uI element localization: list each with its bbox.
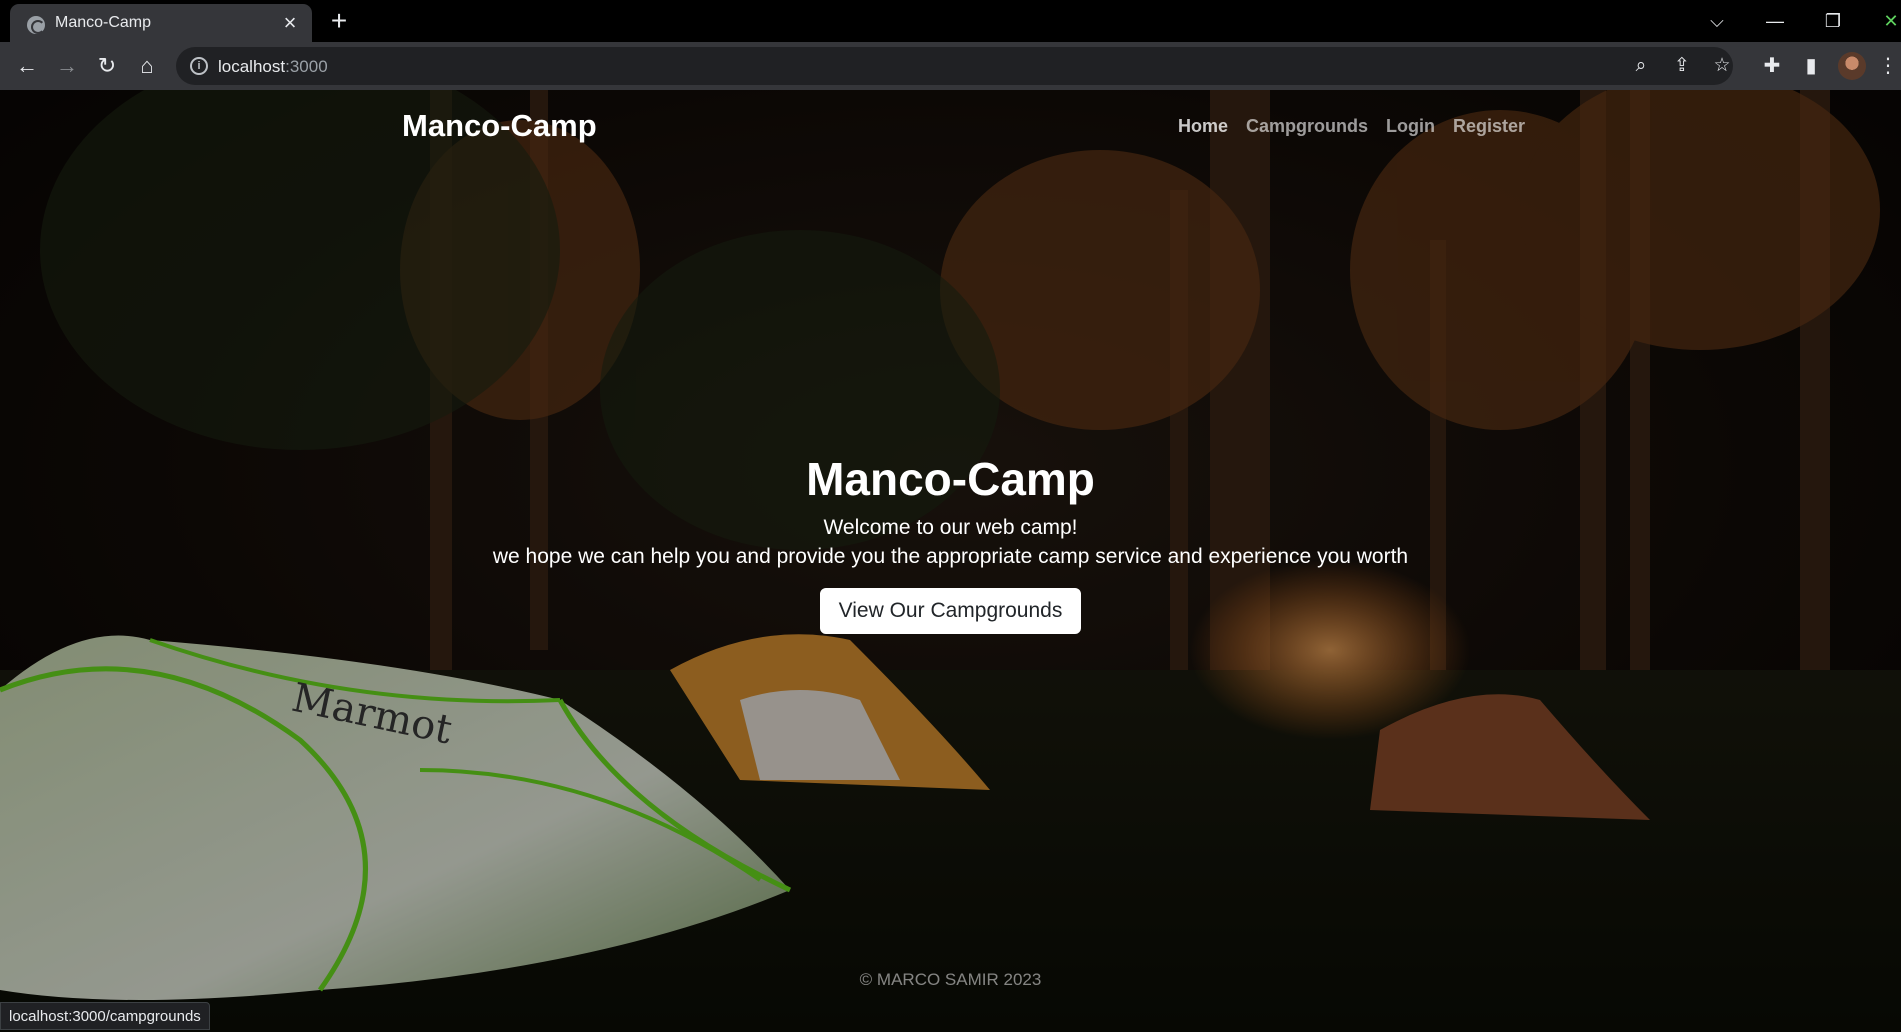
side-panel-icon[interactable]: ▮ bbox=[1797, 52, 1825, 80]
restore-icon[interactable]: ❐ bbox=[1816, 6, 1850, 36]
extensions-icon[interactable]: ✚ bbox=[1758, 52, 1786, 80]
nav-link-register[interactable]: Register bbox=[1453, 116, 1525, 137]
nav-link-login[interactable]: Login bbox=[1386, 116, 1435, 137]
bookmark-star-icon[interactable]: ☆ bbox=[1709, 53, 1735, 79]
url-host: localhost bbox=[218, 57, 286, 76]
zoom-icon[interactable]: ⌕ bbox=[1628, 53, 1654, 79]
close-window-icon[interactable]: ✕ bbox=[1874, 6, 1901, 36]
close-tab-icon[interactable]: × bbox=[278, 11, 302, 35]
hero-title: Manco-Camp bbox=[806, 453, 1095, 505]
browser-tab[interactable]: Manco-Camp × bbox=[10, 4, 312, 42]
more-menu-icon[interactable]: ⋮ bbox=[1878, 52, 1898, 80]
hero-welcome: Welcome to our web camp! bbox=[823, 516, 1078, 539]
new-tab-button[interactable]: + bbox=[324, 6, 354, 36]
tab-search-icon[interactable]: ⌵ bbox=[1700, 6, 1734, 36]
view-campgrounds-button[interactable]: View Our Campgrounds bbox=[819, 588, 1082, 634]
site-info-icon[interactable]: i bbox=[190, 57, 208, 75]
hero-section: Manco-Camp Welcome to our web camp! we h… bbox=[0, 452, 1901, 634]
reload-icon[interactable]: ↻ bbox=[91, 50, 123, 82]
browser-toolbar: ← → ↻ ⌂ i localhost:3000 ⌕ ⇪ ☆ ✚ ▮ ⋮ bbox=[0, 42, 1901, 90]
status-url-bubble: localhost:3000/campgrounds bbox=[0, 1002, 210, 1030]
url-text[interactable]: localhost:3000 bbox=[218, 57, 328, 77]
page-viewport: Marmot Manco-Camp Home Campgrounds Login… bbox=[0, 90, 1901, 1032]
browser-tab-strip: Manco-Camp × + ⌵ — ❐ ✕ bbox=[0, 0, 1901, 42]
back-icon[interactable]: ← bbox=[11, 50, 43, 82]
globe-icon bbox=[27, 16, 45, 34]
hero-subtitle: we hope we can help you and provide you … bbox=[492, 545, 1409, 568]
home-icon[interactable]: ⌂ bbox=[131, 50, 163, 82]
tab-title: Manco-Camp bbox=[55, 14, 152, 31]
navbar-links: Home Campgrounds Login Register bbox=[1178, 116, 1525, 137]
url-port: :3000 bbox=[285, 57, 328, 76]
forward-icon[interactable]: → bbox=[51, 50, 83, 82]
address-bar[interactable]: i localhost:3000 ⌕ ⇪ ☆ bbox=[176, 47, 1733, 85]
minimize-icon[interactable]: — bbox=[1758, 6, 1792, 36]
nav-link-home[interactable]: Home bbox=[1178, 116, 1228, 137]
nav-link-campgrounds[interactable]: Campgrounds bbox=[1246, 116, 1368, 137]
footer-copyright: © MARCO SAMIR 2023 bbox=[859, 970, 1042, 989]
navbar-brand[interactable]: Manco-Camp bbox=[402, 108, 597, 144]
avatar[interactable] bbox=[1838, 52, 1866, 80]
share-icon[interactable]: ⇪ bbox=[1669, 53, 1695, 79]
